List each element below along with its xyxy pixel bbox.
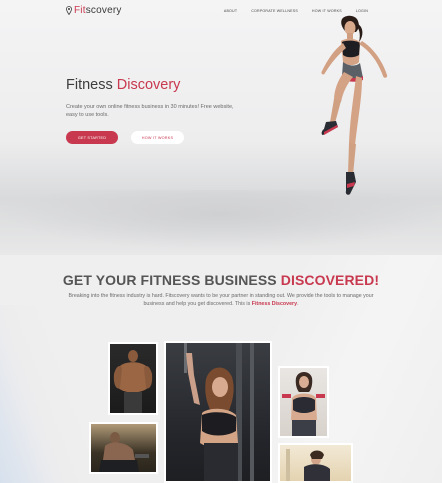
hero-title-plain: Fitness — [66, 77, 113, 93]
section-text: Breaking into the fitness industry is ha… — [68, 292, 374, 308]
man-kneeling-illustration — [99, 432, 149, 472]
logo[interactable]: Fitscovery — [66, 5, 122, 16]
section-text-plain: Breaking into the fitness industry is ha… — [68, 293, 374, 307]
section-title-plain: GET YOUR FITNESS BUSINESS — [62, 272, 277, 288]
hero-title-accent: Discovery — [116, 77, 181, 93]
section-text-end: . — [297, 301, 299, 307]
hero-floor-shadow — [0, 190, 442, 250]
photo-woman-yoga — [278, 443, 353, 483]
discovery-section: GET YOUR FITNESS BUSINESS DISCOVERED! Br… — [0, 255, 442, 483]
section-text-accent: Fitness Discovery — [251, 301, 298, 307]
nav-link-how-it-works[interactable]: HOW IT WORKS — [312, 9, 342, 13]
get-started-button[interactable]: GET STARTED — [66, 131, 118, 144]
nav-links: ABOUT CORPORATE WELLNESS HOW IT WORKS LO… — [224, 9, 368, 13]
nav-link-login[interactable]: LOGIN — [356, 9, 368, 13]
woman-dumbbell-illustration — [282, 372, 325, 436]
how-it-works-button[interactable]: HOW IT WORKS — [131, 131, 184, 144]
photo-woman-dumbbell — [278, 366, 329, 438]
logo-prefix: Fit — [74, 5, 86, 16]
map-pin-icon — [66, 6, 72, 15]
background-stripe — [0, 305, 100, 483]
section-title: GET YOUR FITNESS BUSINESS DISCOVERED! — [0, 272, 442, 288]
woman-cable-illustration — [184, 343, 254, 481]
woman-yoga-illustration — [286, 449, 330, 481]
athlete-image — [321, 15, 388, 195]
photo-muscular-man — [108, 342, 158, 415]
logo-text: Fitscovery — [74, 5, 122, 16]
hero-description: Create your own online fitness business … — [66, 104, 234, 118]
hero-section: Fitscovery ABOUT CORPORATE WELLNESS HOW … — [0, 0, 442, 255]
hero-title: Fitness Discovery — [66, 77, 180, 93]
logo-suffix: scovery — [85, 5, 122, 16]
nav-link-about[interactable]: ABOUT — [224, 9, 237, 13]
photo-man-kneeling — [89, 422, 158, 474]
photo-woman-cable — [164, 341, 272, 483]
muscular-man-illustration — [113, 350, 153, 413]
nav-link-corporate-wellness[interactable]: CORPORATE WELLNESS — [251, 9, 298, 13]
section-title-accent: DISCOVERED! — [280, 272, 380, 288]
